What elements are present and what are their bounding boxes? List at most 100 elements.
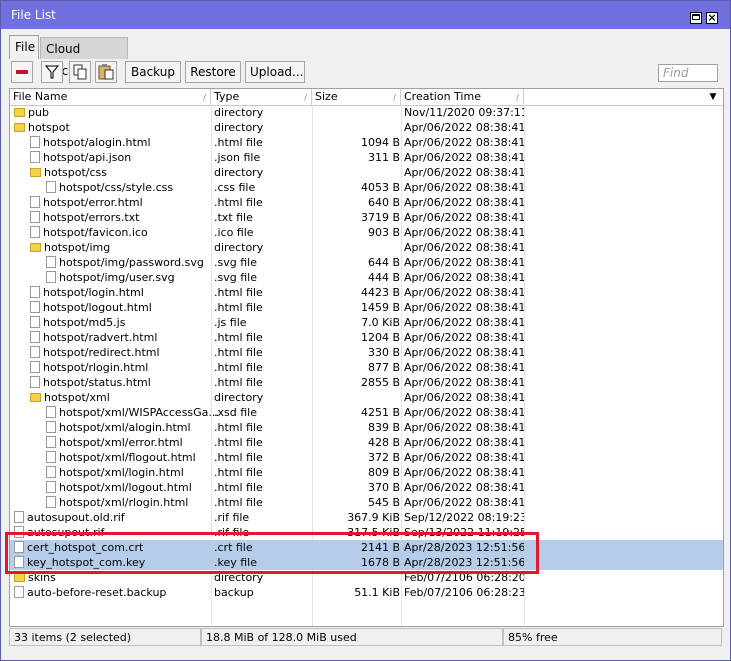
- cell-creation-time: Sep/12/2022 08:19:23: [404, 511, 524, 524]
- table-row[interactable]: hotspot/img directory Apr/06/2022 08:38:41: [10, 240, 723, 255]
- cell-type: .key file: [214, 556, 258, 569]
- table-row[interactable]: hotspot/status.html .html file 2855 B Apr/0…: [10, 375, 723, 390]
- toolbar: Backup Restore Upload... Find: [9, 59, 723, 87]
- file-name-text: hotspot/login.html: [43, 286, 144, 299]
- table-row[interactable]: hotspot/rlogin.html .html file 877 B Apr/06…: [10, 360, 723, 375]
- sort-arrow-icon: /: [393, 93, 396, 102]
- status-free: 85% free: [503, 628, 722, 646]
- cell-type: .html file: [214, 421, 263, 434]
- cell-creation-time: Apr/06/2022 08:38:41: [404, 166, 524, 179]
- file-icon: [46, 451, 56, 463]
- table-row[interactable]: hotspot/logout.html .html file 1459 B Apr/0…: [10, 300, 723, 315]
- cell-type: .css file: [214, 181, 256, 194]
- column-size[interactable]: Size /: [312, 89, 401, 105]
- table-row[interactable]: hotspot directory Apr/06/2022 08:38:41: [10, 120, 723, 135]
- cell-type: .html file: [214, 346, 263, 359]
- table-row[interactable]: pub directory Nov/11/2020 09:37:11: [10, 105, 723, 120]
- table-row[interactable]: hotspot/css/style.css .css file 4053 B Apr/…: [10, 180, 723, 195]
- cell-file-name: hotspot/errors.txt: [10, 210, 230, 225]
- cell-size: 367.9 KiB: [347, 511, 400, 524]
- column-menu-icon[interactable]: ▼: [704, 89, 722, 105]
- file-name-text: hotspot/css/style.css: [59, 181, 174, 194]
- column-file-name[interactable]: File Name /: [10, 89, 211, 105]
- table-row[interactable]: cert_hotspot_com.crt .crt file 2141 B Apr/2…: [10, 540, 723, 555]
- copy-button[interactable]: [69, 61, 91, 83]
- table-row[interactable]: hotspot/alogin.html .html file 1094 B Apr/0…: [10, 135, 723, 150]
- table-row[interactable]: hotspot/xml/WISPAccessGa... .xsd file 4251…: [10, 405, 723, 420]
- table-row[interactable]: hotspot/xml/alogin.html .html file 839 B Ap…: [10, 420, 723, 435]
- paste-button[interactable]: [95, 61, 117, 83]
- file-name-text: cert_hotspot_com.crt: [27, 541, 144, 554]
- table-row[interactable]: hotspot/md5.js .js file 7.0 KiB Apr/06/2022…: [10, 315, 723, 330]
- cell-file-name: hotspot/css: [10, 165, 230, 180]
- table-row[interactable]: hotspot/api.json .json file 311 B Apr/06/20…: [10, 150, 723, 165]
- table-row[interactable]: hotspot/xml/error.html .html file 428 B Apr…: [10, 435, 723, 450]
- maximize-icon[interactable]: [690, 12, 702, 24]
- cell-creation-time: Apr/06/2022 08:38:41: [404, 151, 524, 164]
- cell-type: .html file: [214, 286, 263, 299]
- column-type[interactable]: Type /: [211, 89, 312, 105]
- close-icon[interactable]: ×: [706, 12, 718, 24]
- cell-type: .rif file: [214, 511, 250, 524]
- table-row[interactable]: auto-before-reset.backup backup 51.1 KiB Fe…: [10, 585, 723, 600]
- table-row[interactable]: hotspot/css directory Apr/06/2022 08:38:41: [10, 165, 723, 180]
- restore-button[interactable]: Restore: [185, 61, 241, 83]
- file-name-text: hotspot/api.json: [43, 151, 132, 164]
- table-row[interactable]: skins directory Feb/07/2106 06:28:20: [10, 570, 723, 585]
- folder-icon: [14, 572, 25, 582]
- cell-file-name: hotspot/error.html: [10, 195, 230, 210]
- table-row[interactable]: hotspot/login.html .html file 4423 B Apr/06…: [10, 285, 723, 300]
- filter-button[interactable]: [41, 61, 63, 83]
- table-row[interactable]: hotspot/img/user.svg .svg file 444 B Apr/06…: [10, 270, 723, 285]
- title-bar[interactable]: File List ×: [1, 1, 730, 29]
- table-row[interactable]: autosupout.old.rif .rif file 367.9 KiB Sep/…: [10, 510, 723, 525]
- file-name-text: autosupout.old.rif: [27, 511, 125, 524]
- cell-creation-time: Apr/06/2022 08:38:41: [404, 196, 524, 209]
- file-name-text: autosupout.rif: [27, 526, 105, 539]
- table-row[interactable]: key_hotspot_com.key .key file 1678 B Apr/28…: [10, 555, 723, 570]
- table-row[interactable]: hotspot/img/password.svg .svg file 644 B Ap…: [10, 255, 723, 270]
- file-name-text: hotspot/status.html: [43, 376, 151, 389]
- file-icon: [46, 271, 56, 283]
- table-row[interactable]: hotspot/xml/flogout.html .html file 372 B A…: [10, 450, 723, 465]
- tab-cloud-backup[interactable]: Cloud Backup: [40, 37, 128, 78]
- cell-size: 1459 B: [360, 301, 400, 314]
- tab-file[interactable]: File: [9, 35, 39, 59]
- column-label: Type: [214, 90, 240, 103]
- filter-icon: [44, 65, 60, 79]
- table-row[interactable]: hotspot/errors.txt .txt file 3719 B Apr/06/…: [10, 210, 723, 225]
- table-row[interactable]: hotspot/favicon.ico .ico file 903 B Apr/06/…: [10, 225, 723, 240]
- cell-creation-time: Apr/06/2022 08:38:41: [404, 496, 524, 509]
- cell-size: [312, 120, 400, 135]
- table-row[interactable]: hotspot/redirect.html .html file 330 B Apr/…: [10, 345, 723, 360]
- backup-button[interactable]: Backup: [125, 61, 181, 83]
- cell-file-name: autosupout.rif: [10, 525, 214, 540]
- sort-arrow-icon: /: [203, 93, 206, 102]
- file-name-text: skins: [28, 571, 56, 584]
- cell-type: .html file: [214, 196, 263, 209]
- cell-file-name: hotspot/favicon.ico: [10, 225, 230, 240]
- cell-creation-time: Apr/06/2022 08:38:41: [404, 436, 524, 449]
- file-name-text: key_hotspot_com.key: [27, 556, 146, 569]
- file-icon: [46, 256, 56, 268]
- cell-size: 4053 B: [360, 181, 400, 194]
- table-row[interactable]: autosupout.rif .rif file 317.5 KiB Sep/13/2…: [10, 525, 723, 540]
- remove-button[interactable]: [11, 61, 33, 83]
- cell-type: directory: [214, 166, 264, 179]
- cell-type: .html file: [214, 466, 263, 479]
- find-input[interactable]: Find: [658, 64, 718, 82]
- file-table: File Name / Type / Size / Creation Time …: [9, 88, 724, 627]
- table-row[interactable]: hotspot/xml/logout.html .html file 370 B Ap…: [10, 480, 723, 495]
- table-row[interactable]: hotspot/xml/login.html .html file 809 B Apr…: [10, 465, 723, 480]
- file-name-text: hotspot/logout.html: [43, 301, 152, 314]
- cell-file-name: hotspot/rlogin.html: [10, 360, 230, 375]
- cell-size: 311 B: [367, 151, 400, 164]
- table-row[interactable]: hotspot/radvert.html .html file 1204 B Apr/…: [10, 330, 723, 345]
- column-creation-time[interactable]: Creation Time /: [401, 89, 524, 105]
- file-icon: [46, 406, 56, 418]
- upload-button[interactable]: Upload...: [245, 61, 305, 83]
- table-row[interactable]: hotspot/xml/rlogin.html .html file 545 B Ap…: [10, 495, 723, 510]
- column-label: Size: [315, 90, 338, 103]
- table-row[interactable]: hotspot/xml directory Apr/06/2022 08:38:41: [10, 390, 723, 405]
- table-row[interactable]: hotspot/error.html .html file 640 B Apr/06/…: [10, 195, 723, 210]
